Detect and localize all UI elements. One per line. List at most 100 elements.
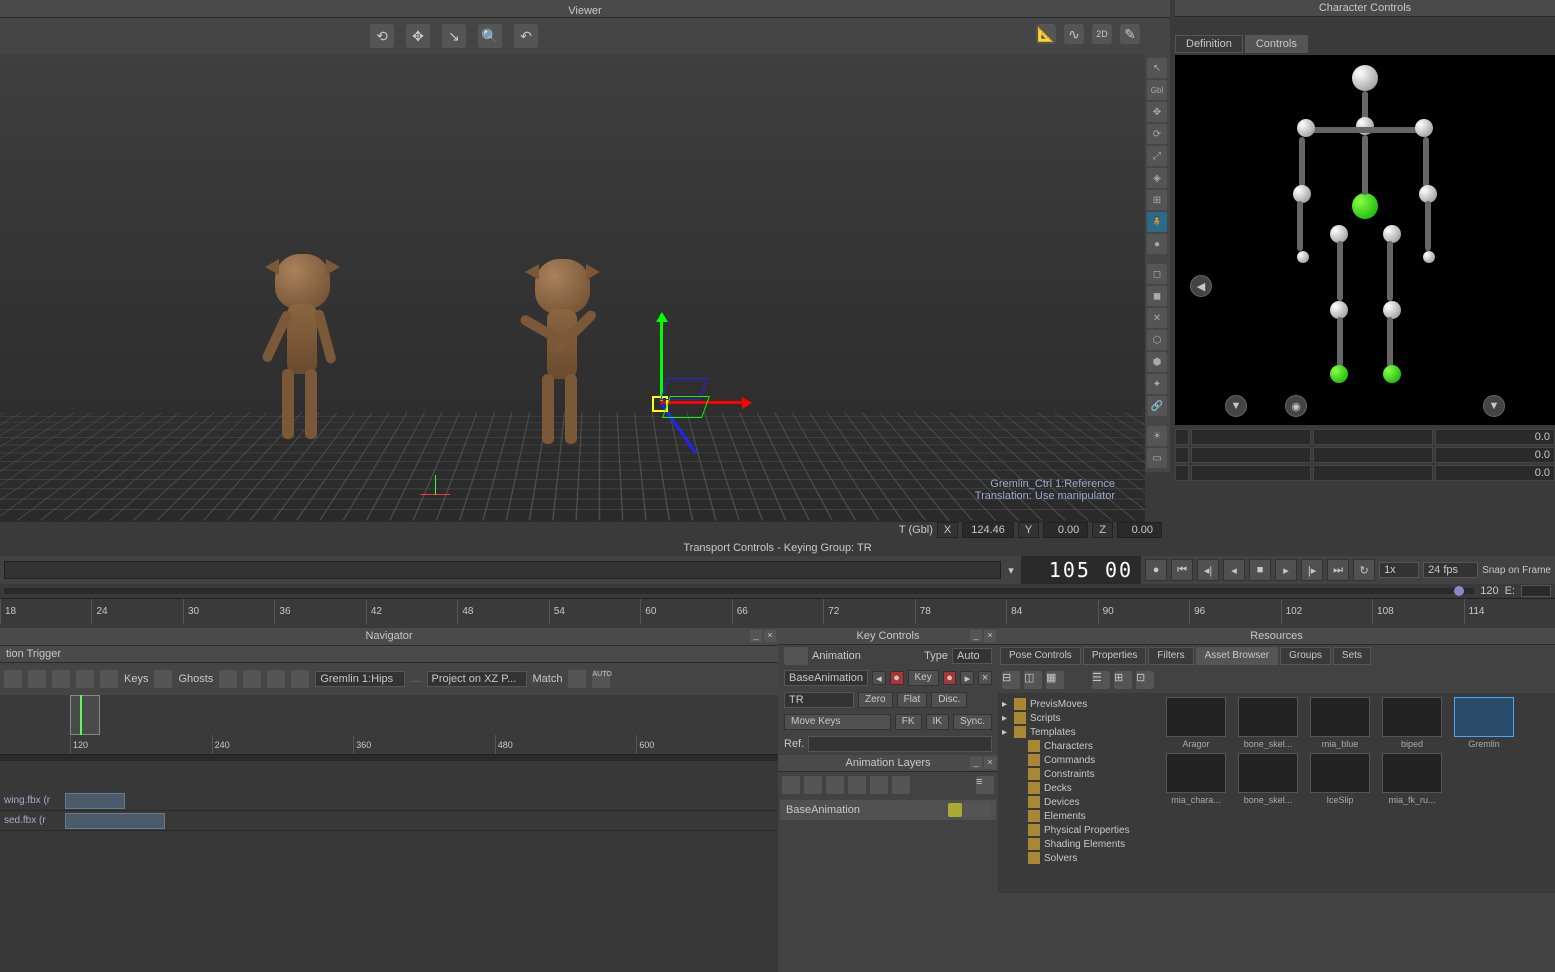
ik-button[interactable]: IK <box>926 714 949 730</box>
goto-end-button[interactable]: ⏭ <box>1327 559 1349 581</box>
snap-label[interactable]: Snap on Frame <box>1482 565 1551 576</box>
mode-dropdown[interactable]: TR <box>784 692 854 708</box>
layer-tool-4[interactable] <box>848 776 866 794</box>
kc-link-icon[interactable] <box>784 647 808 665</box>
track-clip[interactable] <box>65 813 165 829</box>
tree-item[interactable]: ▸PrevisMoves <box>1002 697 1154 711</box>
z-value[interactable]: 0.00 <box>1117 522 1162 538</box>
undo-view-icon[interactable]: ↶ <box>514 24 538 48</box>
ruler-icon[interactable]: 📐 <box>1036 24 1056 44</box>
layer-mute-icon[interactable] <box>976 803 990 817</box>
close-icon[interactable]: × <box>764 630 776 642</box>
orbit-icon[interactable]: ⟲ <box>370 24 394 48</box>
close-icon[interactable]: × <box>984 630 996 642</box>
joint-shoulder-r[interactable] <box>1415 119 1433 137</box>
auto-icon[interactable]: AUTO <box>592 670 610 688</box>
cc-val-2b[interactable] <box>1313 447 1433 463</box>
minimize-icon[interactable]: _ <box>970 630 982 642</box>
cc-checkbox-3[interactable] <box>1175 465 1189 481</box>
tab-definition[interactable]: Definition <box>1175 35 1243 53</box>
step-back-button[interactable]: ◂ <box>1223 559 1245 581</box>
zoom-icon[interactable]: 🔍 <box>478 24 502 48</box>
joint-hand-l[interactable] <box>1297 251 1309 263</box>
grid-small-icon[interactable]: ⊞ <box>1114 671 1132 689</box>
track-row[interactable]: wing.fbx (r <box>0 791 778 811</box>
cube-icon[interactable]: ◻ <box>1147 264 1167 284</box>
next-key-button[interactable]: |▸ <box>1301 559 1323 581</box>
tree-item[interactable]: Solvers <box>1002 851 1154 865</box>
tree-item[interactable]: Physical Properties <box>1002 823 1154 837</box>
move-keys-button[interactable]: Move Keys <box>784 714 891 730</box>
delete-layer-icon[interactable] <box>826 776 844 794</box>
brush-icon[interactable]: ✎ <box>1120 24 1140 44</box>
playhead[interactable] <box>80 695 82 735</box>
global-mode[interactable]: Gbl <box>1147 80 1167 100</box>
curve-icon[interactable]: ∿ <box>1064 24 1084 44</box>
tree-item[interactable]: Decks <box>1002 781 1154 795</box>
asset-item[interactable]: Aragor <box>1162 697 1230 749</box>
joint-hip-r[interactable] <box>1383 225 1401 243</box>
joint-foot-r[interactable] <box>1383 365 1401 383</box>
joint-knee-r[interactable] <box>1383 301 1401 319</box>
cc-val-1b[interactable] <box>1313 429 1433 445</box>
frame-display[interactable]: 105 00 <box>1021 556 1141 584</box>
pan-icon[interactable]: ✥ <box>406 24 430 48</box>
play-button[interactable]: ▸ <box>1275 559 1297 581</box>
nav-left-icon[interactable]: ◀ <box>1190 275 1212 297</box>
tree-item[interactable]: Devices <box>1002 795 1154 809</box>
tree-item[interactable]: Commands <box>1002 753 1154 767</box>
track-row[interactable]: sed.fbx (r <box>0 811 778 831</box>
view-grid-icon[interactable]: ▦ <box>1046 671 1064 689</box>
layer-dropdown[interactable]: BaseAnimation <box>784 670 868 686</box>
cc-val-3a[interactable] <box>1191 465 1311 481</box>
joint-elbow-l[interactable] <box>1293 185 1311 203</box>
fps-dropdown[interactable]: 24 fps <box>1423 562 1478 578</box>
tab-properties[interactable]: Properties <box>1083 647 1147 665</box>
nav-tool-4[interactable] <box>76 670 94 688</box>
speed-dropdown[interactable]: 1x <box>1379 562 1419 578</box>
fk-button[interactable]: FK <box>895 714 922 730</box>
asset-item[interactable]: mia_blue <box>1306 697 1374 749</box>
link-icon[interactable]: 🔗 <box>1147 396 1167 416</box>
character-gremlin-1[interactable] <box>250 254 350 464</box>
joint-shoulder-l[interactable] <box>1297 119 1315 137</box>
resources-grid[interactable]: Aragorbone_skel...mia_bluebipedGremlinmi… <box>1158 693 1555 893</box>
nav-timeline[interactable]: 120240360480600 wing.fbx (rsed.fbx (r <box>0 695 778 972</box>
asset-item[interactable]: mia_fk_ru... <box>1378 753 1446 805</box>
list-icon[interactable]: ☰ <box>1092 671 1110 689</box>
tree-item[interactable]: Shading Elements <box>1002 837 1154 851</box>
sync-button[interactable]: Sync. <box>953 714 992 730</box>
tab-controls[interactable]: Controls <box>1245 35 1308 53</box>
dropdown-icon[interactable]: ▾ <box>1005 564 1017 577</box>
cc-val-1c[interactable]: 0.0 <box>1435 429 1555 445</box>
asset-item[interactable]: Gremlin <box>1450 697 1518 749</box>
zero-button[interactable]: Zero <box>858 692 893 708</box>
delete-key-icon[interactable]: × <box>978 671 992 685</box>
goto-start-button[interactable]: ⏮ <box>1171 559 1193 581</box>
wire-icon[interactable]: ⬡ <box>1147 330 1167 350</box>
range-slider[interactable] <box>4 588 1474 594</box>
geom-icon[interactable]: ⬢ <box>1147 352 1167 372</box>
layer-lock-icon[interactable] <box>948 803 962 817</box>
keys-icon[interactable] <box>154 670 172 688</box>
select-icon[interactable]: ↖ <box>1147 58 1167 78</box>
asset-item[interactable]: bone_skel... <box>1234 697 1302 749</box>
scale-icon[interactable]: ⤢ <box>1147 146 1167 166</box>
next-key-icon[interactable]: ▸ <box>960 671 974 685</box>
ghost-icon-1[interactable] <box>219 670 237 688</box>
grid-large-icon[interactable]: ⊡ <box>1136 671 1154 689</box>
character-gremlin-2[interactable] <box>510 259 610 469</box>
tree-item[interactable]: Elements <box>1002 809 1154 823</box>
project-dropdown[interactable]: Project on XZ P... <box>427 671 527 687</box>
layer-solo-icon[interactable] <box>962 803 976 817</box>
light-icon[interactable]: ☀ <box>1147 426 1167 446</box>
joint-foot-l[interactable] <box>1330 365 1348 383</box>
duplicate-layer-icon[interactable] <box>804 776 822 794</box>
cc-val-3b[interactable] <box>1313 465 1433 481</box>
type-dropdown[interactable]: Auto <box>952 648 992 664</box>
cc-skeleton-view[interactable]: ◀ ▼ ◉ ▼ <box>1175 55 1555 425</box>
tree-item[interactable]: ▸Scripts <box>1002 711 1154 725</box>
frame-icon[interactable]: ▭ <box>1147 448 1167 468</box>
dolly-icon[interactable]: ↘ <box>442 24 466 48</box>
disc-button[interactable]: Disc. <box>931 692 967 708</box>
